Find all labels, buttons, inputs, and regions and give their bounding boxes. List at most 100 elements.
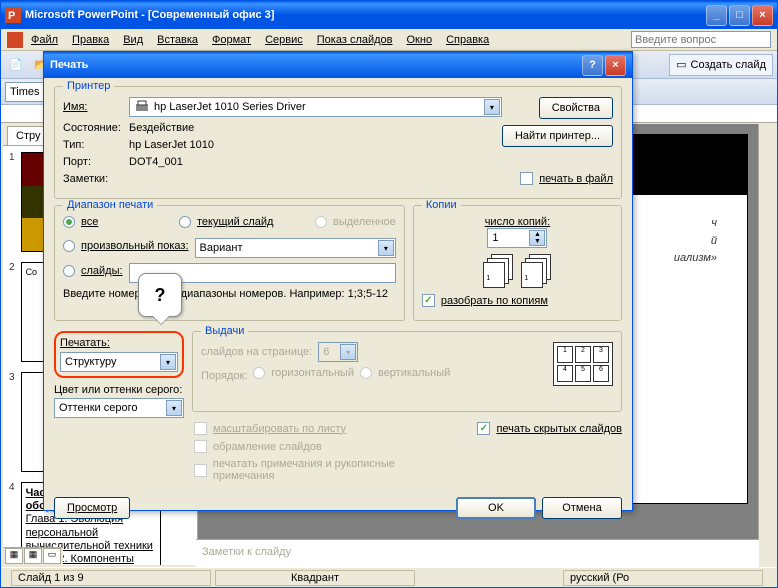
collate-checkbox[interactable]: ✓ разобрать по копиям [422, 294, 613, 307]
range-legend: Диапазон печати [63, 199, 157, 211]
radio-icon [63, 240, 75, 252]
help-callout: ? [138, 273, 182, 317]
printer-group: Принтер Имя: hp LaserJet 1010 Series Dri… [54, 86, 622, 199]
colormode-combo[interactable]: Оттенки серого ▾ [54, 398, 184, 418]
ask-question-box[interactable] [631, 31, 771, 48]
menu-edit[interactable]: Правка [66, 32, 115, 48]
find-printer-button[interactable]: Найти принтер... [502, 125, 613, 147]
print-what-value: Структуру [65, 356, 116, 368]
checkbox-icon [520, 172, 533, 185]
printer-legend: Принтер [63, 80, 114, 92]
help-button[interactable]: ? [582, 55, 603, 76]
menu-window[interactable]: Окно [401, 32, 439, 48]
perpage-value: 6 [323, 346, 329, 358]
checkbox-icon [194, 464, 207, 477]
collate-label: разобрать по копиям [441, 295, 548, 307]
collate-preview: 321 321 [422, 254, 613, 288]
menu-view[interactable]: Вид [117, 32, 149, 48]
printer-name-label: Имя: [63, 101, 123, 113]
print-to-file-checkbox[interactable]: печать в файл [520, 172, 613, 185]
copies-spinner[interactable]: 1▲▼ [487, 228, 547, 248]
radio-icon [63, 265, 75, 277]
new-button[interactable]: 📄 [5, 54, 27, 76]
range-current-radio[interactable]: текущий слайд [179, 216, 309, 228]
fit-label: масштабировать по листу [213, 423, 346, 435]
minimize-button[interactable]: _ [706, 5, 727, 26]
dialog-close-button[interactable]: × [605, 55, 626, 76]
port-label: Порт: [63, 156, 123, 168]
frame-checkbox: обрамление слайдов [194, 440, 457, 453]
range-selection-label: выделенное [333, 216, 396, 228]
comments-label: печатать примечания и рукописные примеча… [213, 458, 458, 482]
range-slides-label: слайды: [81, 265, 123, 277]
copies-group: Копии число копий: 1▲▼ 321 321 ✓разобрат… [413, 205, 622, 321]
print-what-highlight: Печатать: Структуру▾ [54, 331, 184, 378]
copies-value: 1 [492, 232, 498, 244]
printer-name-combo[interactable]: hp LaserJet 1010 Series Driver ▾ [129, 97, 502, 117]
copies-count-label: число копий: [422, 216, 613, 228]
range-selection-radio: выделенное [315, 216, 396, 228]
cancel-button[interactable]: Отмена [542, 497, 622, 519]
printer-name-value: hp LaserJet 1010 Series Driver [154, 101, 306, 113]
radio-icon [315, 216, 327, 228]
slideshow-view-button[interactable]: ▭ [43, 548, 61, 564]
dialog-body: Принтер Имя: hp LaserJet 1010 Series Dri… [44, 78, 632, 532]
range-hint: Введите номера о или диапазоны номеров. … [63, 288, 396, 300]
print-what-combo[interactable]: Структуру▾ [60, 352, 178, 372]
custom-show-combo[interactable]: Вариант▾ [195, 238, 396, 258]
main-window: P Microsoft PowerPoint - [Современный оф… [0, 0, 778, 588]
preview-button[interactable]: Просмотр [54, 497, 130, 519]
frame-label: обрамление слайдов [213, 441, 322, 453]
range-current-label: текущий слайд [197, 216, 273, 228]
normal-view-button[interactable]: ▦ [5, 548, 23, 564]
chevron-down-icon: ▾ [484, 99, 500, 115]
printer-icon [134, 99, 150, 115]
radio-icon [360, 367, 372, 379]
print-dialog: Печать ? × Принтер Имя: hp LaserJet 1010… [43, 51, 633, 511]
horiz-label: горизонтальный [271, 367, 354, 379]
range-custom-radio[interactable]: произвольный показ: [63, 240, 189, 252]
state-value: Бездействие [129, 122, 194, 134]
thumb-num: 1 [9, 152, 15, 252]
menu-format[interactable]: Формат [206, 32, 257, 48]
radio-icon [253, 367, 265, 379]
statusbar: Слайд 1 из 9 Квадрант русский (Ро [1, 567, 777, 587]
range-slides-radio[interactable]: слайды: [63, 265, 123, 277]
create-slide-button[interactable]: ▭ Создать слайд [669, 54, 773, 76]
chevron-down-icon: ▾ [166, 400, 182, 416]
dialog-title: Печать [50, 59, 88, 71]
tofile-label: печать в файл [539, 173, 613, 185]
menu-file[interactable]: Файл [25, 32, 64, 48]
checkbox-icon [194, 422, 207, 435]
hidden-label: печать скрытых слайдов [496, 423, 622, 435]
colormode-label: Цвет или оттенки серого: [54, 384, 184, 396]
notes-label: Заметки: [63, 173, 123, 185]
properties-button[interactable]: Свойства [539, 97, 613, 119]
create-slide-label: Создать слайд [691, 59, 766, 71]
close-button[interactable]: × [752, 5, 773, 26]
doc-icon [7, 32, 23, 48]
menu-slideshow[interactable]: Показ слайдов [311, 32, 399, 48]
powerpoint-icon: P [5, 7, 21, 23]
ok-button[interactable]: OK [456, 497, 536, 519]
print-what-left: Печатать: Структуру▾ Цвет или оттенки се… [54, 331, 184, 418]
maximize-button[interactable]: □ [729, 5, 750, 26]
range-all-radio[interactable]: все [63, 216, 173, 228]
port-value: DOT4_001 [129, 156, 183, 168]
checkbox-icon: ✓ [422, 294, 435, 307]
hidden-checkbox[interactable]: ✓печать скрытых слайдов [477, 422, 622, 435]
titlebar: P Microsoft PowerPoint - [Современный оф… [1, 1, 777, 29]
comments-checkbox: печатать примечания и рукописные примеча… [194, 458, 457, 482]
sorter-view-button[interactable]: ▦ [24, 548, 42, 564]
menu-tools[interactable]: Сервис [259, 32, 309, 48]
chevron-down-icon: ▾ [340, 344, 356, 360]
print-what-label: Печатать: [60, 337, 178, 349]
menu-insert[interactable]: Вставка [151, 32, 204, 48]
colormode-value: Оттенки серого [59, 402, 137, 414]
copies-legend: Копии [422, 199, 461, 211]
handouts-group: Выдачи слайдов на странице: 6▾ Порядок: … [192, 331, 622, 412]
vertical-scrollbar[interactable] [758, 124, 775, 565]
status-lang: русский (Ро [563, 570, 763, 586]
radio-icon [179, 216, 191, 228]
menu-help[interactable]: Справка [440, 32, 495, 48]
